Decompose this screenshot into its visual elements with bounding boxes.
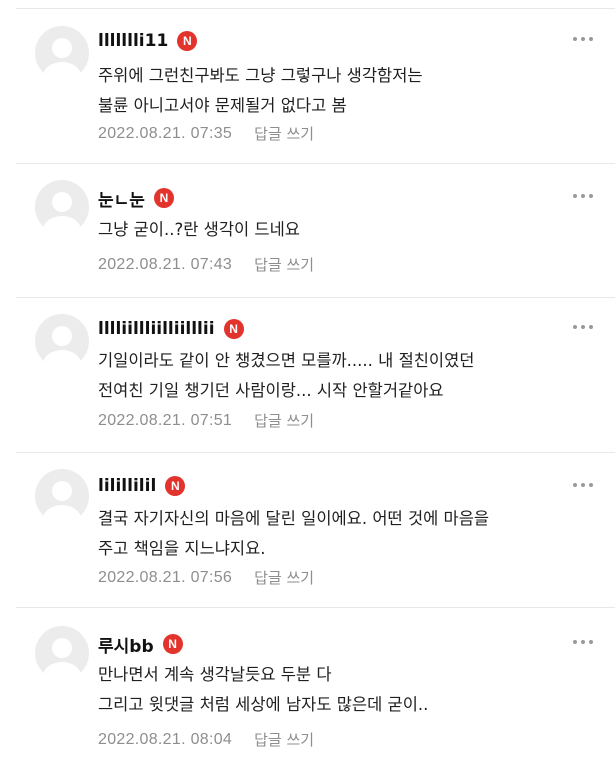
default-profile-icon [43,192,81,234]
default-profile-icon [43,481,81,523]
nickname[interactable]: 루시bb [98,632,154,657]
default-profile-icon [43,38,81,80]
comment-date: 2022.08.21. 07:51 [98,411,233,429]
nickname[interactable]: lllliillliilliilllii [98,319,215,339]
new-badge: N [177,31,198,51]
comment-date: 2022.08.21. 07:35 [98,124,233,142]
comment-meta: 2022.08.21. 08:04 답글 쓰기 [98,729,314,750]
reply-button[interactable]: 답글 쓰기 [254,567,314,588]
nickname[interactable]: llllllli11 [98,31,168,51]
avatar[interactable] [35,469,89,523]
nickname-row: llllllli11 N [98,29,198,53]
new-badge: N [223,319,244,339]
comment-item: 루시bb N 만나면서 계속 생각날듯요 두분 다 그리고 윗댓글 처럼 세상에… [0,608,615,769]
comment-item: llllllli11 N 주위에 그런친구봐도 그냥 그렇구나 생각함저는 불륜… [0,9,615,164]
more-dots-icon[interactable] [573,481,593,489]
default-profile-icon [43,638,81,680]
comment-item: 눈ㄴ눈 N 그냥 굳이..?란 생각이 드네요 2022.08.21. 07:4… [0,164,615,298]
comment-text: 결국 자기자신의 마음에 달린 일이에요. 어떤 것에 마음을 주고 책임을 지… [98,509,490,558]
comment-text: 그냥 굳이..?란 생각이 드네요 [98,220,300,239]
comment-meta: 2022.08.21. 07:43 답글 쓰기 [98,254,314,275]
comment-date: 2022.08.21. 08:04 [98,730,233,748]
more-dots-icon[interactable] [573,35,593,43]
comment-meta: 2022.08.21. 07:56 답글 쓰기 [98,567,314,588]
nickname-row: 눈ㄴ눈 N [98,186,174,211]
nickname-row: lllliillliilliilllii N [98,317,244,341]
nickname-row: lilillilil N [98,474,186,498]
new-badge: N [165,476,186,496]
reply-button[interactable]: 답글 쓰기 [254,123,314,144]
reply-button[interactable]: 답글 쓰기 [254,729,314,750]
comment-text: 기일이라도 같이 안 챙겼으면 모를까..... 내 절친이였던 전여친 기일 … [98,351,475,400]
avatar[interactable] [35,314,89,368]
reply-button[interactable]: 답글 쓰기 [254,410,314,431]
more-dots-icon[interactable] [573,192,593,200]
default-profile-icon [43,326,81,368]
nickname[interactable]: lilillilil [98,476,156,496]
new-badge: N [153,188,174,208]
comment-text: 주위에 그런친구봐도 그냥 그렇구나 생각함저는 불륜 아니고서야 문제될거 없… [98,66,423,115]
comment-item: lllliillliilliilllii N 기일이라도 같이 안 챙겼으면 모… [0,298,615,453]
comment-item: lilillilil N 결국 자기자신의 마음에 달린 일이에요. 어떤 것에… [0,453,615,608]
comment-date: 2022.08.21. 07:56 [98,568,233,586]
nickname[interactable]: 눈ㄴ눈 [98,186,145,211]
more-dots-icon[interactable] [573,323,593,331]
more-dots-icon[interactable] [573,638,593,646]
reply-button[interactable]: 답글 쓰기 [254,254,314,275]
nickname-row: 루시bb N [98,632,183,657]
comment-text: 만나면서 계속 생각날듯요 두분 다 그리고 윗댓글 처럼 세상에 남자도 많은… [98,665,429,714]
avatar[interactable] [35,180,89,234]
comment-meta: 2022.08.21. 07:51 답글 쓰기 [98,410,314,431]
new-badge: N [162,634,183,654]
avatar[interactable] [35,626,89,680]
avatar[interactable] [35,26,89,80]
comment-date: 2022.08.21. 07:43 [98,255,233,273]
comment-meta: 2022.08.21. 07:35 답글 쓰기 [98,123,314,144]
